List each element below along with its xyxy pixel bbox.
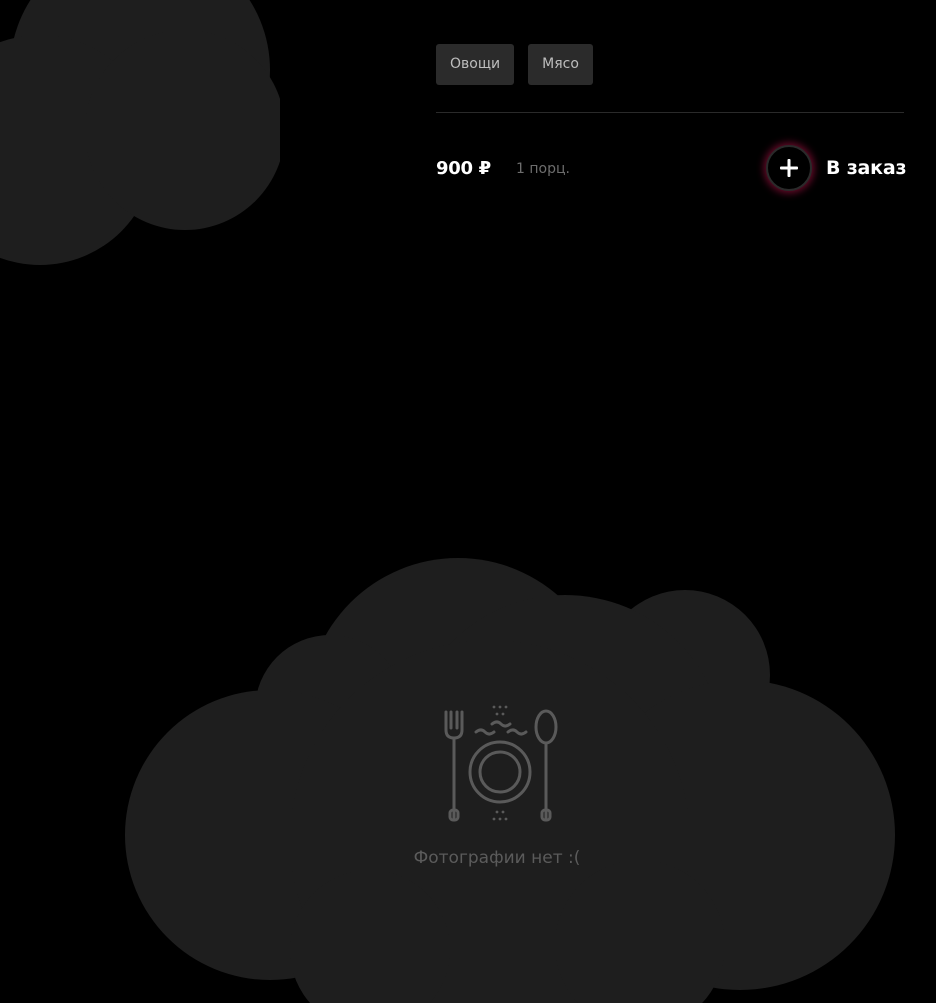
add-to-order-button[interactable]: В заказ xyxy=(766,145,907,191)
tag-vegetables[interactable]: Овощи xyxy=(436,44,515,85)
tag-list: Овощи Мясо xyxy=(436,44,593,85)
divider xyxy=(436,112,904,113)
plate-cutlery-icon xyxy=(444,705,558,822)
no-photo-caption: Фотографии нет :( xyxy=(413,848,581,868)
tag-meat[interactable]: Мясо xyxy=(528,44,593,85)
price: 900 ₽ xyxy=(436,158,491,179)
decorative-cloud-top xyxy=(0,0,280,265)
plus-icon[interactable] xyxy=(766,145,812,191)
dish-page: Овощи Мясо 900 ₽ 1 порц. В заказ Фотогра… xyxy=(0,0,936,1003)
portion-size: 1 порц. xyxy=(516,161,570,177)
add-to-order-label[interactable]: В заказ xyxy=(826,157,907,179)
